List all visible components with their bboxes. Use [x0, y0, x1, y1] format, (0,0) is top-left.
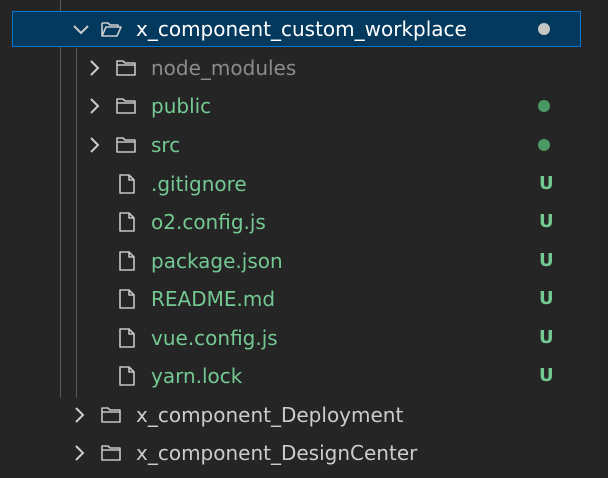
tree-row-label: node_modules	[151, 56, 297, 80]
tree-row-label: src	[151, 133, 181, 157]
tree-row-folder-public[interactable]: public	[0, 87, 608, 125]
chevron-right-icon[interactable]	[85, 58, 105, 78]
chevron-down-icon[interactable]	[71, 20, 91, 40]
file-icon	[119, 212, 135, 232]
untracked-dot-icon	[538, 139, 550, 151]
tree-row-label: x_component_Deployment	[136, 403, 404, 427]
tree-row-file-gitignore[interactable]: .gitignore U	[0, 165, 608, 203]
tree-row-label: x_component_DesignCenter	[136, 441, 418, 465]
folder-icon	[116, 98, 136, 114]
tree-row-file-yarn-lock[interactable]: yarn.lock U	[0, 357, 608, 395]
tree-row-label: .gitignore	[151, 172, 247, 196]
tree-row-label: package.json	[151, 249, 283, 273]
tree-row-file-readme-md[interactable]: README.md U	[0, 280, 608, 318]
tree-row-label: yarn.lock	[151, 364, 243, 388]
untracked-badge: U	[539, 365, 554, 386]
chevron-right-icon[interactable]	[85, 135, 105, 155]
chevron-right-icon[interactable]	[70, 443, 90, 463]
tree-row-folder-src[interactable]: src	[0, 126, 608, 164]
tree-row-file-package-json[interactable]: package.json U	[0, 242, 608, 280]
modified-dot-icon	[538, 23, 550, 35]
file-icon	[119, 251, 135, 271]
file-icon	[119, 174, 135, 194]
tree-row-folder-x-component-designcenter[interactable]: x_component_DesignCenter	[0, 434, 608, 472]
file-icon	[119, 366, 135, 386]
untracked-badge: U	[539, 250, 554, 271]
tree-row-folder-x-component-custom-workplace[interactable]: x_component_custom_workplace	[12, 11, 581, 47]
tree-row-label: x_component_custom_workplace	[136, 17, 467, 41]
folder-icon	[116, 60, 136, 76]
tree-row-label: vue.config.js	[151, 326, 278, 350]
tree-row-label: README.md	[151, 287, 276, 311]
folder-icon	[116, 137, 136, 153]
tree-row-folder-x-component-deployment[interactable]: x_component_Deployment	[0, 396, 608, 434]
tree-row-file-vue-config-js[interactable]: vue.config.js U	[0, 319, 608, 357]
tree-row-file-o2-config-js[interactable]: o2.config.js U	[0, 203, 608, 241]
folder-icon	[101, 407, 121, 423]
untracked-badge: U	[539, 211, 554, 232]
untracked-dot-icon	[538, 100, 550, 112]
file-explorer-tree: x_component_custom_workplace node_module…	[0, 0, 608, 478]
untracked-badge: U	[539, 173, 554, 194]
folder-icon	[101, 445, 121, 461]
file-icon	[119, 328, 135, 348]
chevron-right-icon[interactable]	[85, 96, 105, 116]
chevron-right-icon[interactable]	[70, 405, 90, 425]
tree-row-label: o2.config.js	[151, 210, 266, 234]
tree-row-label: public	[151, 94, 212, 118]
file-icon	[119, 289, 135, 309]
untracked-badge: U	[539, 288, 554, 309]
untracked-badge: U	[539, 327, 554, 348]
tree-row-folder-node-modules[interactable]: node_modules	[0, 49, 608, 87]
folder-open-icon	[101, 22, 122, 37]
